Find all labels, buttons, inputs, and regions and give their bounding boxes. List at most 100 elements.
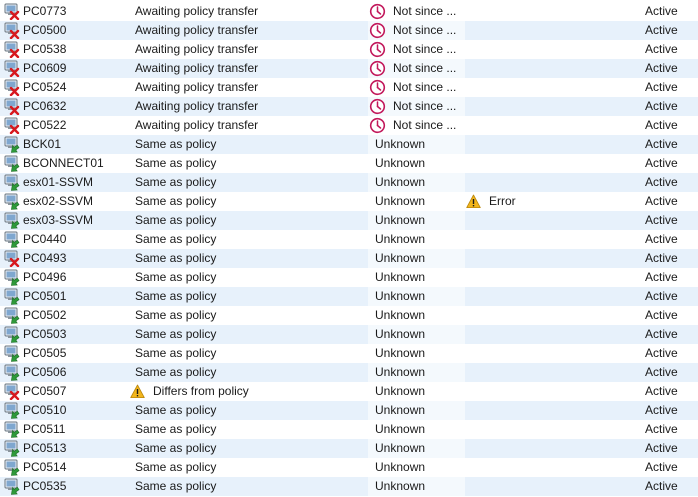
state-cell: Active <box>645 232 678 246</box>
policy-status: Same as policy <box>135 403 217 417</box>
last-contact-status: Not since ... <box>393 99 457 113</box>
error-cell <box>465 439 640 458</box>
table-row[interactable]: PC0501 Same as policy Unknown Active <box>0 287 698 306</box>
policy-status: Same as policy <box>135 460 217 474</box>
computer-ok-icon <box>4 478 21 495</box>
table-row[interactable]: esx03-SSVM Same as policy Unknown Active <box>0 211 698 230</box>
policy-cell: Awaiting policy transfer <box>128 21 368 40</box>
state-cell: Active <box>645 346 678 360</box>
last-contact-cell: Unknown <box>368 173 465 192</box>
last-contact-status: Unknown <box>375 175 426 189</box>
error-cell <box>465 287 640 306</box>
policy-cell: Awaiting policy transfer <box>128 59 368 78</box>
error-text: Error <box>489 194 516 208</box>
computer-error-icon <box>4 383 21 401</box>
policy-status: Same as policy <box>135 270 217 284</box>
table-row[interactable]: PC0496 Same as policy Unknown Active <box>0 268 698 287</box>
policy-status: Awaiting policy transfer <box>135 4 259 18</box>
table-row[interactable]: esx02-SSVM Same as policy Unknown Error Acti… <box>0 192 698 211</box>
table-row[interactable]: PC0507 Differs from policy Unknown Active <box>0 382 698 401</box>
computer-ok-icon <box>4 288 21 305</box>
computer-error-icon <box>4 3 21 21</box>
computer-name-cell: esx02-SSVM <box>0 192 128 211</box>
table-row[interactable]: esx01-SSVM Same as policy Unknown Active <box>0 173 698 192</box>
last-contact-status: Unknown <box>375 422 426 436</box>
policy-status: Awaiting policy transfer <box>135 118 259 132</box>
warning-icon <box>466 194 481 209</box>
state-cell: Active <box>645 479 678 493</box>
last-contact-cell: Unknown <box>368 458 465 477</box>
last-contact-cell: Not since ... <box>368 21 465 40</box>
error-cell <box>465 325 640 344</box>
error-cell <box>465 401 640 420</box>
computer-name-cell: PC0502 <box>0 306 128 325</box>
computer-name-cell: PC0535 <box>0 477 128 496</box>
computer-name: PC0493 <box>23 251 67 265</box>
table-row[interactable]: PC0500 Awaiting policy transfer Not since … <box>0 21 698 40</box>
computer-name-cell: PC0510 <box>0 401 128 420</box>
computer-name-cell: PC0514 <box>0 458 128 477</box>
last-contact-cell: Unknown <box>368 420 465 439</box>
policy-cell: Same as policy <box>128 477 368 496</box>
table-row[interactable]: BCONNECT01 Same as policy Unknown Active <box>0 154 698 173</box>
computer-name-cell: PC0500 <box>0 21 128 40</box>
computer-ok-icon <box>4 136 21 153</box>
table-row[interactable]: PC0510 Same as policy Unknown Active <box>0 401 698 420</box>
computer-name: PC0524 <box>23 80 67 94</box>
table-row[interactable]: PC0511 Same as policy Unknown Active <box>0 420 698 439</box>
last-contact-cell: Not since ... <box>368 40 465 59</box>
last-contact-cell: Not since ... <box>368 59 465 78</box>
last-contact-cell: Unknown <box>368 325 465 344</box>
policy-status: Awaiting policy transfer <box>135 99 259 113</box>
error-cell <box>465 78 640 97</box>
table-row[interactable]: PC0535 Same as policy Unknown Active <box>0 477 698 496</box>
computer-name: PC0507 <box>23 384 67 398</box>
state-cell: Active <box>645 460 678 474</box>
table-row[interactable]: PC0503 Same as policy Unknown Active <box>0 325 698 344</box>
state-cell: Active <box>645 213 678 227</box>
error-cell <box>465 135 640 154</box>
policy-cell: Same as policy <box>128 344 368 363</box>
computer-name-cell: BCONNECT01 <box>0 154 128 173</box>
table-row[interactable]: PC0493 Same as policy Unknown Active <box>0 249 698 268</box>
table-row[interactable]: PC0514 Same as policy Unknown Active <box>0 458 698 477</box>
clock-icon <box>369 60 386 77</box>
policy-cell: Same as policy <box>128 401 368 420</box>
table-row[interactable]: PC0505 Same as policy Unknown Active <box>0 344 698 363</box>
table-row[interactable]: PC0609 Awaiting policy transfer Not since … <box>0 59 698 78</box>
computer-name: PC0609 <box>23 61 67 75</box>
last-contact-status: Unknown <box>375 232 426 246</box>
error-cell <box>465 306 640 325</box>
last-contact-status: Unknown <box>375 251 426 265</box>
state-cell: Active <box>645 42 678 56</box>
state-cell: Active <box>645 61 678 75</box>
computer-ok-icon <box>4 459 21 476</box>
state-cell: Active <box>645 441 678 455</box>
computer-name-cell: PC0496 <box>0 268 128 287</box>
table-row[interactable]: PC0522 Awaiting policy transfer Not since … <box>0 116 698 135</box>
table-row[interactable]: BCK01 Same as policy Unknown Active <box>0 135 698 154</box>
table-row[interactable]: PC0502 Same as policy Unknown Active <box>0 306 698 325</box>
table-row[interactable]: PC0440 Same as policy Unknown Active <box>0 230 698 249</box>
computer-name-cell: esx03-SSVM <box>0 211 128 230</box>
last-contact-status: Unknown <box>375 384 426 398</box>
policy-cell: Same as policy <box>128 211 368 230</box>
computer-name: PC0514 <box>23 460 67 474</box>
table-row[interactable]: PC0632 Awaiting policy transfer Not since … <box>0 97 698 116</box>
error-cell <box>465 59 640 78</box>
policy-status: Awaiting policy transfer <box>135 42 259 56</box>
computer-ok-icon <box>4 231 21 248</box>
computer-ok-icon <box>4 174 21 191</box>
computer-error-icon <box>4 60 21 78</box>
last-contact-status: Unknown <box>375 365 426 379</box>
table-row[interactable]: PC0506 Same as policy Unknown Active <box>0 363 698 382</box>
error-cell <box>465 268 640 287</box>
table-row[interactable]: PC0524 Awaiting policy transfer Not since … <box>0 78 698 97</box>
table-row[interactable]: PC0538 Awaiting policy transfer Not since … <box>0 40 698 59</box>
table-row[interactable]: PC0773 Awaiting policy transfer Not since … <box>0 2 698 21</box>
last-contact-cell: Unknown <box>368 230 465 249</box>
policy-cell: Same as policy <box>128 458 368 477</box>
table-row[interactable]: PC0513 Same as policy Unknown Active <box>0 439 698 458</box>
last-contact-cell: Unknown <box>368 287 465 306</box>
computer-name: PC0500 <box>23 23 67 37</box>
